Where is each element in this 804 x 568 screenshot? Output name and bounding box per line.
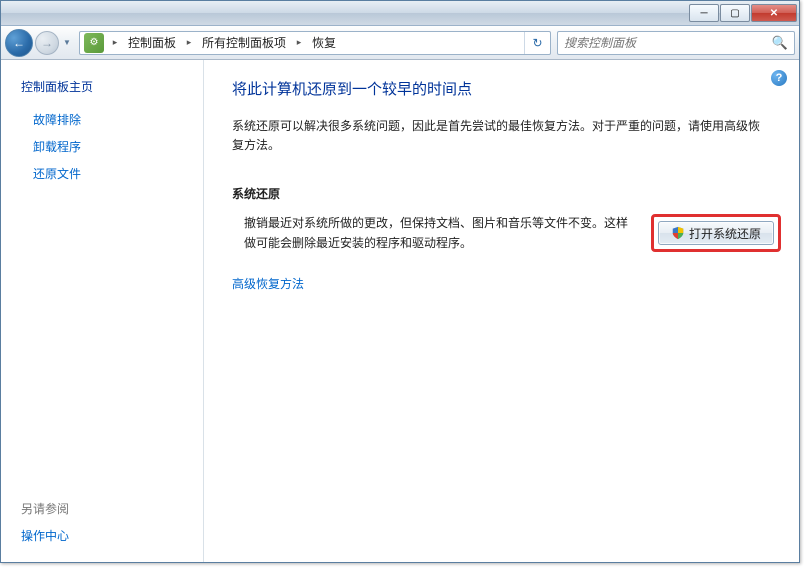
close-button[interactable]: ✕ bbox=[751, 4, 797, 22]
crumb-item[interactable]: 恢复 bbox=[306, 32, 342, 54]
crumb-arrow-icon[interactable]: ▸ bbox=[292, 32, 306, 54]
titlebar: ─ ▢ ✕ bbox=[1, 1, 799, 26]
see-also-action-center[interactable]: 操作中心 bbox=[21, 527, 195, 544]
search-input[interactable] bbox=[564, 36, 772, 50]
control-panel-icon: ⚙ bbox=[84, 33, 104, 53]
sidebar-link-troubleshoot[interactable]: 故障排除 bbox=[33, 111, 195, 128]
uac-shield-icon bbox=[671, 226, 685, 240]
crumb-arrow-icon[interactable]: ▸ bbox=[182, 32, 196, 54]
minimize-button[interactable]: ─ bbox=[689, 4, 719, 22]
highlight-annotation: 打开系统还原 bbox=[651, 214, 781, 252]
address-bar[interactable]: ⚙ ▸ 控制面板 ▸ 所有控制面板项 ▸ 恢复 ↻ bbox=[79, 31, 551, 55]
intro-text: 系统还原可以解决很多系统问题，因此是首先尝试的最佳恢复方法。对于严重的问题，请使… bbox=[232, 117, 781, 155]
crumb-item[interactable]: 所有控制面板项 bbox=[196, 32, 292, 54]
sidebar-link-uninstall[interactable]: 卸载程序 bbox=[33, 138, 195, 155]
maximize-button[interactable]: ▢ bbox=[720, 4, 750, 22]
advanced-recovery-link[interactable]: 高级恢复方法 bbox=[232, 275, 304, 292]
crumb-arrow-icon[interactable]: ▸ bbox=[108, 32, 122, 54]
content-area: 控制面板主页 故障排除 卸载程序 还原文件 另请参阅 操作中心 ? 将此计算机还… bbox=[1, 60, 799, 562]
main-panel: ? 将此计算机还原到一个较早的时间点 系统还原可以解决很多系统问题，因此是首先尝… bbox=[204, 60, 799, 562]
nav-buttons: ← → ▼ bbox=[5, 29, 73, 57]
refresh-button[interactable]: ↻ bbox=[524, 32, 550, 54]
crumb-item[interactable]: 控制面板 bbox=[122, 32, 182, 54]
search-icon: 🔍 bbox=[772, 35, 788, 51]
restore-row: 撤销最近对系统所做的更改，但保持文档、图片和音乐等文件不变。这样做可能会删除最近… bbox=[232, 214, 781, 252]
help-icon[interactable]: ? bbox=[771, 70, 787, 86]
button-label: 打开系统还原 bbox=[689, 225, 761, 242]
window-buttons: ─ ▢ ✕ bbox=[688, 4, 797, 22]
control-panel-home-link[interactable]: 控制面板主页 bbox=[21, 78, 195, 95]
open-system-restore-button[interactable]: 打开系统还原 bbox=[658, 221, 774, 245]
breadcrumb: 控制面板 ▸ 所有控制面板项 ▸ 恢复 bbox=[122, 32, 524, 54]
sidebar-link-restore-files[interactable]: 还原文件 bbox=[33, 165, 195, 182]
restore-description: 撤销最近对系统所做的更改，但保持文档、图片和音乐等文件不变。这样做可能会删除最近… bbox=[232, 214, 635, 252]
page-title: 将此计算机还原到一个较早的时间点 bbox=[232, 78, 781, 99]
section-heading: 系统还原 bbox=[232, 185, 781, 202]
window: ─ ▢ ✕ ← → ▼ ⚙ ▸ 控制面板 ▸ 所有控制面板项 ▸ 恢复 ↻ 🔍 bbox=[0, 0, 800, 563]
forward-button[interactable]: → bbox=[35, 31, 59, 55]
nav-toolbar: ← → ▼ ⚙ ▸ 控制面板 ▸ 所有控制面板项 ▸ 恢复 ↻ 🔍 bbox=[1, 26, 799, 60]
nav-history-dropdown[interactable]: ▼ bbox=[61, 32, 73, 54]
sidebar: 控制面板主页 故障排除 卸载程序 还原文件 另请参阅 操作中心 bbox=[1, 60, 204, 562]
see-also-header: 另请参阅 bbox=[21, 500, 195, 517]
back-button[interactable]: ← bbox=[5, 29, 33, 57]
search-box[interactable]: 🔍 bbox=[557, 31, 795, 55]
